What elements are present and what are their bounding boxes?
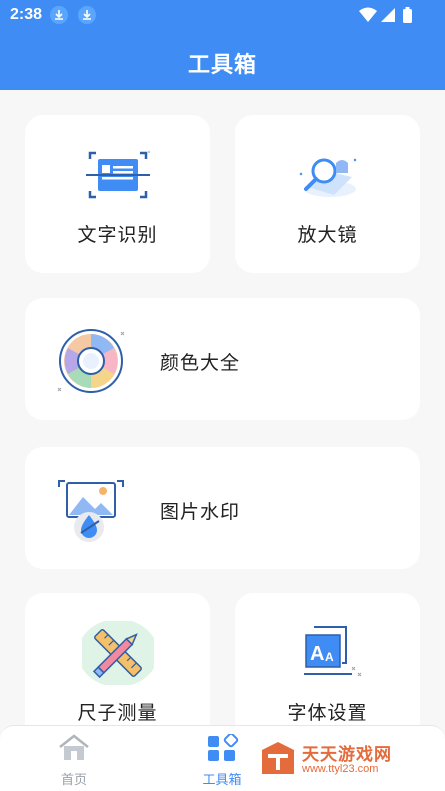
signal-icon bbox=[381, 8, 395, 22]
watermark-title: 天天游戏网 bbox=[302, 745, 392, 764]
tool-card-ocr[interactable]: 文字识别 bbox=[25, 115, 210, 273]
text-recognition-icon bbox=[82, 143, 154, 207]
tool-card-ruler[interactable]: 尺子测量 bbox=[25, 593, 210, 725]
svg-text:A: A bbox=[325, 650, 334, 664]
font-settings-icon: A A bbox=[292, 621, 364, 685]
tool-card-font[interactable]: A A 字体设置 bbox=[235, 593, 420, 725]
app-bar: 工具箱 bbox=[0, 30, 445, 90]
system-status-icons bbox=[359, 7, 412, 23]
download-notification-icon bbox=[78, 6, 96, 24]
ruler-icon bbox=[78, 619, 158, 687]
tool-label-colors: 颜色大全 bbox=[160, 353, 241, 374]
download-notification-icon bbox=[50, 6, 68, 24]
toolbox-icon bbox=[208, 732, 239, 761]
nav-label-tools: 工具箱 bbox=[202, 772, 242, 787]
page-title: 工具箱 bbox=[187, 52, 257, 77]
tool-card-magnifier[interactable]: 放大镜 bbox=[235, 115, 420, 273]
tool-label-watermark: 图片水印 bbox=[160, 502, 241, 523]
magnifier-icon bbox=[292, 143, 364, 207]
home-icon bbox=[59, 734, 89, 760]
status-time: 2:38 bbox=[10, 6, 43, 23]
tool-card-colors[interactable]: 颜色大全 bbox=[25, 298, 420, 420]
tool-label-ruler: 尺子测量 bbox=[77, 703, 158, 724]
site-logo-icon bbox=[262, 742, 294, 774]
tool-label-ocr: 文字识别 bbox=[77, 225, 158, 246]
nav-label-home: 首页 bbox=[60, 772, 87, 787]
wifi-icon bbox=[359, 7, 377, 22]
svg-text:A: A bbox=[310, 643, 324, 665]
status-bar: 2:38 bbox=[0, 0, 445, 30]
site-watermark: 天天游戏网 www.ttyl23.com bbox=[258, 738, 418, 782]
watermark-url: www.ttyl23.com bbox=[302, 763, 379, 775]
nav-item-home[interactable]: 首页 bbox=[34, 734, 114, 788]
tools-grid: 文字识别 放大镜 颜色大全 图片水印 尺子测量 A A 字体设置 bbox=[0, 90, 445, 725]
color-wheel-icon bbox=[55, 328, 127, 394]
battery-icon bbox=[403, 9, 412, 23]
image-watermark-icon bbox=[55, 477, 127, 543]
tool-label-font: 字体设置 bbox=[287, 703, 368, 724]
tool-label-magnifier: 放大镜 bbox=[297, 225, 358, 246]
tool-card-watermark[interactable]: 图片水印 bbox=[25, 447, 420, 569]
nav-item-tools[interactable]: 工具箱 bbox=[182, 732, 262, 788]
